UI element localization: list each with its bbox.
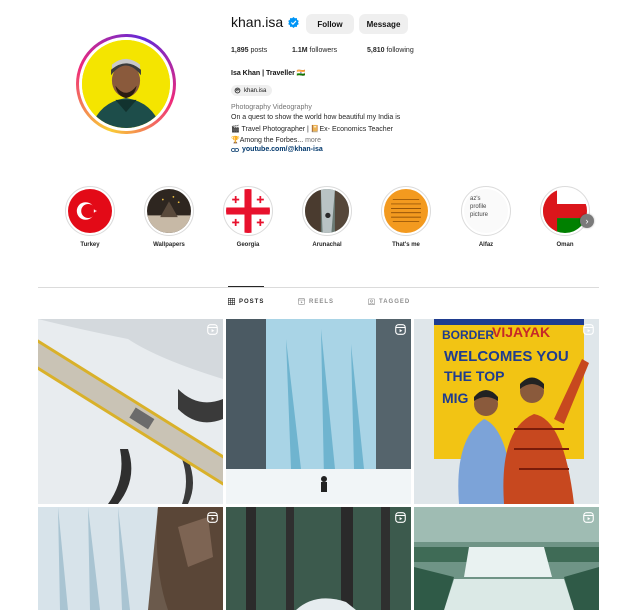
reel-indicator-icon [583, 324, 594, 335]
bio-line-3: 🏆Among the Forbes... more [231, 136, 321, 144]
post-tile-forest[interactable] [226, 507, 411, 610]
highlight-turkey[interactable]: Turkey [62, 186, 118, 248]
posts-stat[interactable]: 1,895 posts [231, 47, 267, 54]
followers-stat[interactable]: 1.1M followers [292, 47, 337, 54]
highlight-label: Wallpapers [153, 242, 185, 248]
profile-category: Photography Videography [231, 104, 312, 111]
tab-reels-label: REELS [309, 298, 335, 305]
reel-indicator-icon [395, 512, 406, 523]
alfaz-thumb-line: az's [470, 196, 481, 202]
bio-more-link[interactable]: more [303, 137, 321, 144]
threads-handle: khan.isa [244, 87, 267, 94]
highlight-label: Turkey [80, 242, 100, 248]
following-label: following [384, 47, 414, 54]
highlight-label: That's me [392, 242, 420, 248]
thats-me-thumbnail [384, 189, 428, 233]
highlight-arunachal[interactable]: Arunachal [299, 186, 355, 248]
threads-badge[interactable]: khan.isa [231, 85, 273, 96]
post-image [38, 319, 223, 504]
post-image [38, 507, 223, 610]
post-image: BORDER VIJAYAK WELCOMES YOU THE TOP MIG [414, 319, 599, 504]
wallpapers-thumbnail [147, 189, 191, 233]
reel-indicator-icon [583, 512, 594, 523]
post-image [414, 507, 599, 610]
post-tile-icy-cliffs[interactable] [38, 507, 223, 610]
tab-reels[interactable]: REELS [298, 298, 334, 305]
reels-icon [298, 298, 305, 305]
bio-line-3-text: 🏆Among the Forbes... [231, 137, 304, 144]
tab-posts[interactable]: POSTS [228, 298, 264, 305]
sign-text: WELCOMES YOU [444, 348, 569, 365]
georgia-flag-icon [226, 189, 270, 233]
tagged-icon [368, 298, 375, 305]
sign-text: VIJAYAK [492, 324, 550, 340]
tab-tagged[interactable]: TAGGED [368, 298, 410, 305]
turkey-flag-icon [68, 189, 112, 233]
following-stat[interactable]: 5,810 following [367, 47, 414, 54]
verified-badge-icon [288, 16, 299, 28]
tabs-divider [38, 287, 599, 288]
post-tile-frozen-waterfall[interactable] [226, 319, 411, 504]
profile-link-text: youtube.com/@khan-isa [242, 146, 323, 153]
highlight-thats-me[interactable]: That's me [378, 186, 434, 248]
highlight-label: Georgia [236, 242, 260, 248]
grid-icon [228, 298, 235, 305]
sign-text: MIG [442, 390, 469, 406]
post-image [226, 507, 411, 610]
active-tab-indicator [228, 286, 264, 287]
arunachal-thumbnail [305, 189, 349, 233]
followers-count: 1.1M [292, 47, 308, 54]
reel-indicator-icon [395, 324, 406, 335]
post-image [226, 319, 411, 504]
follow-button[interactable]: Follow [306, 14, 354, 34]
highlights-next-button[interactable]: › [580, 214, 594, 228]
alfaz-thumbnail: az's profile picture [470, 195, 488, 219]
avatar-image [82, 40, 170, 128]
highlight-wallpapers[interactable]: Wallpapers [141, 186, 197, 248]
sign-text: THE TOP [444, 368, 504, 384]
threads-icon [234, 87, 241, 94]
post-tile-waterfall[interactable] [414, 507, 599, 610]
bio-line-1: On a quest to show the world how beautif… [231, 114, 401, 121]
message-button[interactable]: Message [359, 14, 408, 34]
followers-label: followers [307, 47, 338, 54]
highlight-alfaz[interactable]: az's profile picture Alfaz [458, 186, 514, 248]
posts-count: 1,895 [231, 47, 249, 54]
post-tile-border-sign-couple[interactable]: BORDER VIJAYAK WELCOMES YOU THE TOP MIG [414, 319, 599, 504]
username-row: khan.isa [231, 14, 299, 30]
link-icon [231, 147, 239, 152]
highlight-georgia[interactable]: Georgia [220, 186, 276, 248]
following-count: 5,810 [367, 47, 385, 54]
profile-link[interactable]: youtube.com/@khan-isa [231, 146, 323, 153]
oman-flag-icon [543, 189, 587, 233]
reel-indicator-icon [207, 512, 218, 523]
posts-label: posts [248, 47, 268, 54]
avatar [82, 40, 170, 128]
reel-indicator-icon [207, 324, 218, 335]
alfaz-thumb-line: profile [470, 204, 487, 210]
post-tile-snowy-bridge[interactable] [38, 319, 223, 504]
tab-posts-label: POSTS [239, 298, 265, 305]
profile-avatar-ring[interactable] [76, 34, 176, 134]
alfaz-thumb-line: picture [470, 212, 489, 218]
sign-text: BORDER [442, 328, 494, 342]
bio-line-2: 🎬 Travel Photographer | 📔Ex- Economics T… [231, 126, 393, 133]
tab-tagged-label: TAGGED [379, 298, 411, 305]
highlight-label: Alfaz [478, 242, 494, 248]
full-name: Isa Khan | Traveller 🇮🇳 [231, 70, 306, 77]
highlight-label: Arunachal [312, 242, 342, 248]
highlight-label: Oman [556, 242, 574, 248]
username[interactable]: khan.isa [231, 14, 283, 30]
